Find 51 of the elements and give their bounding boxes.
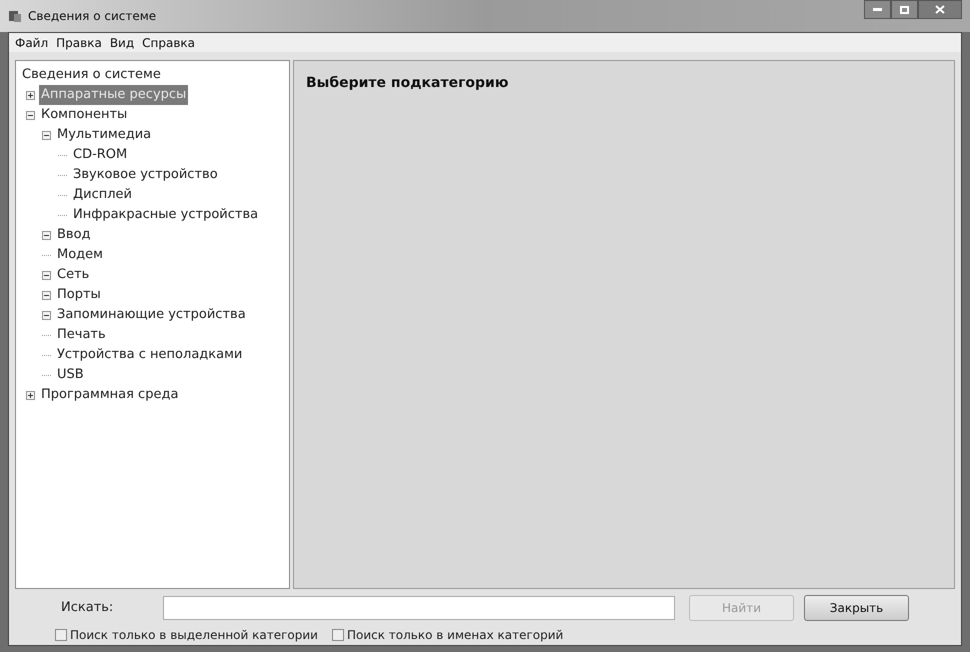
collapse-icon[interactable] xyxy=(42,310,51,320)
tree-item[interactable]: Ввод xyxy=(55,225,93,245)
tree-line-icon xyxy=(58,214,67,216)
tree-item[interactable]: Сведения о системе xyxy=(20,65,163,85)
close-button[interactable] xyxy=(918,0,962,19)
app-icon xyxy=(8,9,22,23)
menu-item[interactable]: Вид xyxy=(110,34,134,52)
tree-line-icon xyxy=(42,354,51,356)
collapse-icon[interactable] xyxy=(42,130,51,140)
search-label: Искать: xyxy=(61,599,114,618)
close-icon xyxy=(935,5,945,14)
collapse-icon[interactable] xyxy=(26,110,35,120)
tree-item[interactable]: Аппаратные ресурсы xyxy=(39,85,188,105)
checkbox[interactable] xyxy=(55,629,67,641)
tree-item[interactable]: Сеть xyxy=(55,265,92,285)
tree-item[interactable]: Инфракрасные устройства xyxy=(71,205,260,225)
tree-item[interactable]: Звуковое устройство xyxy=(71,165,220,185)
tree-line-icon xyxy=(42,334,51,336)
tree-line-icon xyxy=(58,174,67,176)
menu-item[interactable]: Правка xyxy=(56,34,102,52)
tree-item[interactable]: CD-ROM xyxy=(71,145,130,165)
tree-item[interactable]: Запоминающие устройства xyxy=(55,305,248,325)
window-title: Сведения о системе xyxy=(28,8,156,25)
menu-item[interactable]: Файл xyxy=(15,34,48,52)
tree-item[interactable]: Программная среда xyxy=(39,385,180,405)
checkbox-label: Поиск только в выделенной категории xyxy=(70,627,318,644)
collapse-icon[interactable] xyxy=(42,290,51,300)
minimize-button[interactable] xyxy=(864,0,891,19)
detail-heading: Выберите подкатегорию xyxy=(306,74,510,93)
collapse-icon[interactable] xyxy=(42,270,51,280)
expand-icon[interactable] xyxy=(26,390,35,400)
tree-item[interactable]: Модем xyxy=(55,245,105,265)
tree-item[interactable]: Дисплей xyxy=(71,185,134,205)
tree-item[interactable]: Мультимедиа xyxy=(55,125,154,145)
maximize-button[interactable] xyxy=(891,0,918,19)
tree-item[interactable]: USB xyxy=(55,365,86,385)
expand-icon[interactable] xyxy=(26,90,35,100)
tree-item[interactable]: Устройства с неполадками xyxy=(55,345,244,365)
search-field[interactable] xyxy=(162,596,676,620)
menu-item[interactable]: Справка xyxy=(142,34,196,52)
tree-line-icon xyxy=(42,254,51,256)
tree-line-icon xyxy=(58,154,67,156)
tree-line-icon xyxy=(58,194,67,196)
close-dialog-button[interactable]: Закрыть xyxy=(804,595,909,621)
tree-line-icon xyxy=(42,374,51,376)
tree-item[interactable]: Компоненты xyxy=(39,105,130,125)
collapse-icon[interactable] xyxy=(42,230,51,240)
tree-item[interactable]: Печать xyxy=(55,325,108,345)
tree-item[interactable]: Порты xyxy=(55,285,103,305)
checkbox[interactable] xyxy=(332,629,344,641)
checkbox-label: Поиск только в именах категорий xyxy=(346,627,564,644)
